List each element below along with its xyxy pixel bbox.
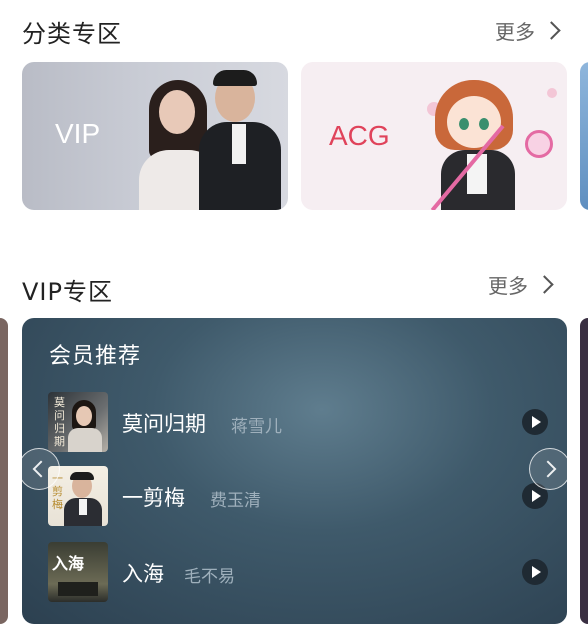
category-section-title: 分类专区 [22,20,122,48]
song-title: 一剪梅 [122,486,185,510]
song-cover-text: 入海 [52,554,85,573]
chevron-left-icon [32,460,50,478]
play-button[interactable] [522,409,548,435]
category-card-vip[interactable]: VIP [22,62,288,210]
card-label-acg: ACG [329,120,390,151]
play-icon [532,490,541,502]
acg-cover-image [421,62,567,210]
category-card-acg[interactable]: ACG [301,62,567,210]
panel-title: 会员推荐 [49,344,142,369]
vip-more-link[interactable]: 更多 [488,270,554,299]
chevron-right-icon [535,275,554,294]
song-row[interactable]: 入海 入海 毛不易 [48,542,548,602]
song-row[interactable]: 一剪梅 一剪梅 费玉清 [48,466,548,526]
vip-more-label: 更多 [488,274,528,298]
play-icon [532,416,541,428]
play-button[interactable] [522,559,548,585]
song-artist: 费玉清 [210,491,261,511]
next-card-peek[interactable] [580,318,588,624]
previous-card-peek[interactable] [0,318,8,624]
vip-cover-image [137,62,287,210]
category-card-peek[interactable] [580,62,588,210]
song-title: 入海 [122,562,164,586]
carousel-next-button[interactable] [529,448,571,490]
song-cover: 入海 [48,542,108,602]
category-more-link[interactable]: 更多 [495,16,561,45]
chevron-right-icon [539,460,557,478]
song-artist: 毛不易 [184,567,235,587]
card-label-vip: VIP [55,118,101,149]
vip-recommend-panel: 会员推荐 莫问归期 莫问归期 蒋雪儿 一剪梅 一剪梅 费玉清 入海 入海 毛不易 [22,318,567,624]
carousel-prev-button[interactable] [18,448,60,490]
vip-section-title: VIP专区 [22,278,113,306]
play-icon [532,566,541,578]
category-more-label: 更多 [495,20,535,44]
song-cover: 莫问归期 [48,392,108,452]
chevron-right-icon [542,21,561,40]
song-artist: 蒋雪儿 [231,417,282,437]
song-title: 莫问归期 [122,412,206,436]
song-row[interactable]: 莫问归期 莫问归期 蒋雪儿 [48,392,548,452]
